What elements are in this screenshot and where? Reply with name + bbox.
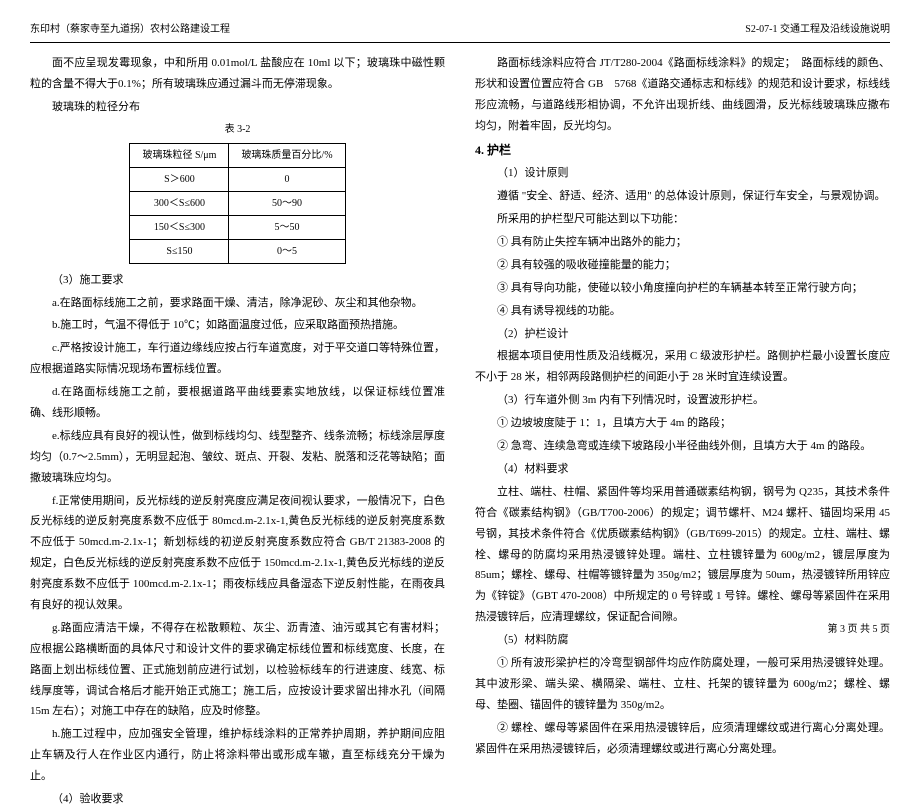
bead-title: 玻璃珠的粒径分布 <box>30 97 445 118</box>
table-row: 300＜S≤600 50～90 <box>130 191 345 215</box>
page-header: 东印村（蔡家寺至九道拐）农村公路建设工程 S2-07-1 交通工程及沿线设施说明 <box>30 20 890 43</box>
d3-title: （3）行车道外侧 3m 内有下列情况时，设置波形护栏。 <box>475 390 890 411</box>
d3-li1: ① 边坡坡度陡于 1：1，且填方大于 4m 的路段； <box>475 413 890 434</box>
header-left: 东印村（蔡家寺至九道拐）农村公路建设工程 <box>30 20 230 39</box>
d3-li2: ② 急弯、连续急弯或连续下坡路段小半径曲线外侧，且填方大于 4m 的路段。 <box>475 436 890 457</box>
s4-title: （4）验收要求 <box>30 789 445 810</box>
bead-table: 玻璃珠粒径 S/μm 玻璃珠质量百分比/% S＞600 0 300＜S≤600 … <box>129 143 345 264</box>
d1-p1: 遵循 "安全、舒适、经济、适用" 的总体设计原则，保证行车安全，与景观协调。 <box>475 186 890 207</box>
d2-p1: 根据本项目使用性质及沿线概况，采用 C 级波形护栏。路侧护栏最小设置长度应不小于… <box>475 346 890 388</box>
table-caption: 表 3-2 <box>30 120 445 139</box>
h4-guardrail: 4. 护栏 <box>475 139 890 162</box>
s3-b: b.施工时，气温不得低于 10℃；如路面温度过低，应采取路面预热措施。 <box>30 315 445 336</box>
s3-f: f.正常使用期间，反光标线的逆反射亮度应满足夜间视认要求，一般情况下，白色反光标… <box>30 491 445 616</box>
s3-g: g.路面应清洁干燥，不得存在松散颗粒、灰尘、沥青渣、油污或其它有害材料；应根据公… <box>30 618 445 722</box>
th-size: 玻璃珠粒径 S/μm <box>130 143 229 167</box>
s3-h: h.施工过程中，应加强安全管理，维护标线涂料的正常养护周期，养护期间应阻止车辆及… <box>30 724 445 787</box>
r-p1: 路面标线涂料应符合 JT/T280-2004《路面标线涂料》的规定； 路面标线的… <box>475 53 890 137</box>
d4-title: （4）材料要求 <box>475 459 890 480</box>
para-intro: 面不应呈现发霉现象，中和所用 0.01mol/L 盐酸应在 10ml 以下；玻璃… <box>30 53 445 95</box>
s3-c: c.严格按设计施工，车行道边缘线应按占行车道宽度，对于平交道口等特殊位置，应根据… <box>30 338 445 380</box>
d1-li3: ③ 具有导向功能，使碰以较小角度撞向护栏的车辆基本转至正常行驶方向； <box>475 278 890 299</box>
d5-li1: ① 所有波形梁护栏的冷弯型钢部件均应作防腐处理，一般可采用热浸镀锌处理。其中波形… <box>475 653 890 716</box>
page-footer: 第 3 页 共 5 页 <box>828 620 891 639</box>
d1-li1: ① 具有防止失控车辆冲出路外的能力； <box>475 232 890 253</box>
right-column: 路面标线涂料应符合 JT/T280-2004《路面标线涂料》的规定； 路面标线的… <box>475 53 890 812</box>
table-row: 150＜S≤300 5～50 <box>130 215 345 239</box>
page-content: 面不应呈现发霉现象，中和所用 0.01mol/L 盐酸应在 10ml 以下；玻璃… <box>30 53 890 812</box>
table-row: 玻璃珠粒径 S/μm 玻璃珠质量百分比/% <box>130 143 345 167</box>
s3-d: d.在路面标线施工之前，要根据道路平曲线要素实地放线，以保证标线位置准确、线形顺… <box>30 382 445 424</box>
header-right: S2-07-1 交通工程及沿线设施说明 <box>745 20 890 39</box>
s3-e: e.标线应具有良好的视认性，做到标线均匀、线型整齐、线条流畅；标线涂层厚度均匀（… <box>30 426 445 489</box>
table-row: S＞600 0 <box>130 167 345 191</box>
s3-a: a.在路面标线施工之前，要求路面干燥、清洁，除净泥砂、灰尘和其他杂物。 <box>30 293 445 314</box>
table-row: S≤150 0～5 <box>130 239 345 263</box>
d5-li2: ② 螺栓、螺母等紧固件在采用热浸镀锌后，应须清理螺纹或进行离心分离处理。紧固件在… <box>475 718 890 760</box>
d1-li2: ② 具有较强的吸收碰撞能量的能力； <box>475 255 890 276</box>
d1-p2: 所采用的护栏型尺可能达到以下功能： <box>475 209 890 230</box>
d4-p1: 立柱、端柱、柱帽、紧固件等均采用普通碳素结构钢，钢号为 Q235，其技术条件符合… <box>475 482 890 628</box>
d1-title: （1）设计原则 <box>475 163 890 184</box>
d2-title: （2）护栏设计 <box>475 324 890 345</box>
th-percent: 玻璃珠质量百分比/% <box>229 143 345 167</box>
left-column: 面不应呈现发霉现象，中和所用 0.01mol/L 盐酸应在 10ml 以下；玻璃… <box>30 53 445 812</box>
d1-li4: ④ 具有诱导视线的功能。 <box>475 301 890 322</box>
s3-title: （3）施工要求 <box>30 270 445 291</box>
